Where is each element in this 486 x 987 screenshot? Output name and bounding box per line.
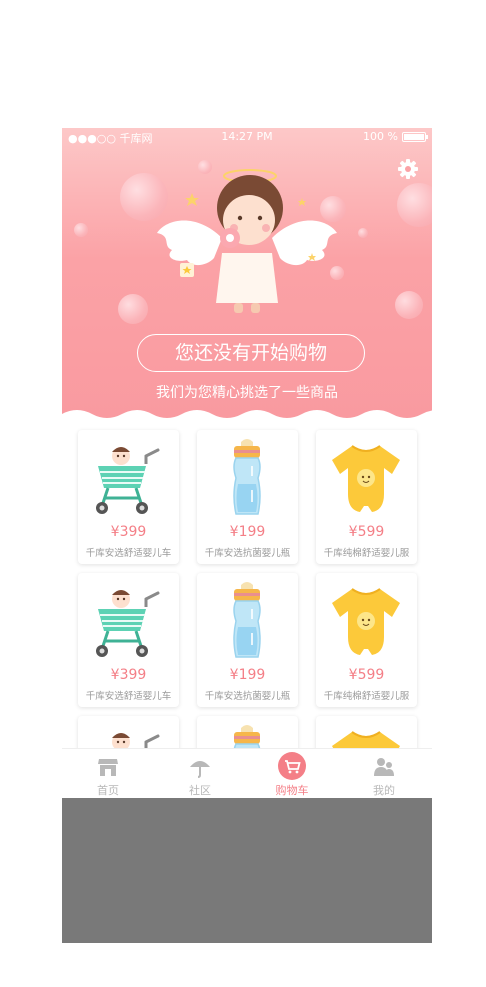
people-icon [374,758,394,776]
bubble-decoration [397,183,432,227]
product-image [88,436,169,521]
bottom-tab-bar: 首页 社区 购物车 我的 [62,748,432,799]
tab-home[interactable]: 首页 [62,749,154,799]
product-name: 千库纯棉舒适婴儿服 [323,691,410,702]
tab-community[interactable]: 社区 [154,749,246,799]
tab-mine[interactable]: 我的 [338,749,430,799]
product-image [207,436,288,521]
product-image [326,579,407,664]
product-price: ¥399 [110,667,147,683]
product-image [88,579,169,664]
header-subtitle: 我们为您精心挑选了一些商品 [156,385,338,401]
cart-icon [278,752,306,780]
product-card[interactable]: ¥599 千库纯棉舒适婴儿服 [316,573,417,707]
product-name: 千库安选舒适婴儿车 [85,691,172,702]
product-price: ¥399 [110,524,147,540]
product-name: 千库纯棉舒适婴儿服 [323,548,410,559]
wave-divider [62,410,432,420]
status-bar: ●●●○○ 千库网 14:27 PM 100 % [62,128,432,146]
tab-cart[interactable]: 购物车 [246,749,338,799]
tab-label: 社区 [189,784,211,797]
product-card[interactable]: ¥399 千库安选舒适婴儿车 [78,430,179,564]
product-card[interactable]: ¥199 千库安选抗菌婴儿瓶 [197,573,298,707]
product-image [207,579,288,664]
product-price: ¥599 [348,524,385,540]
gear-icon[interactable] [397,158,419,180]
product-name: 千库安选舒适婴儿车 [85,548,172,559]
battery-icon [402,132,428,142]
empty-cart-header: ●●●○○ 千库网 14:27 PM 100 % 您还没有开始购物 我们为您精心… [62,128,432,420]
umbrella-icon [190,761,210,778]
product-price: ¥599 [348,667,385,683]
tab-label: 首页 [97,784,119,797]
battery-percent: 100 % [363,130,398,143]
gray-overlay-area [62,798,432,943]
bubble-decoration [358,228,368,238]
bubble-decoration [395,291,423,319]
product-name: 千库安选抗菌婴儿瓶 [204,691,291,702]
storefront-icon [98,759,118,776]
product-image [326,436,407,521]
bubble-decoration [74,223,88,237]
angel-baby-illustration [157,169,337,313]
start-shopping-button[interactable]: 您还没有开始购物 [137,334,365,372]
product-card[interactable]: ¥199 千库安选抗菌婴儿瓶 [197,430,298,564]
product-price: ¥199 [229,524,266,540]
bubble-decoration [118,294,148,324]
product-card[interactable]: ¥399 千库安选舒适婴儿车 [78,573,179,707]
product-price: ¥199 [229,667,266,683]
product-name: 千库安选抗菌婴儿瓶 [204,548,291,559]
phone-screen: ●●●○○ 千库网 14:27 PM 100 % 您还没有开始购物 我们为您精心… [62,128,432,943]
tab-label: 购物车 [275,784,309,797]
tab-label: 我的 [373,784,395,797]
product-card[interactable]: ¥599 千库纯棉舒适婴儿服 [316,430,417,564]
